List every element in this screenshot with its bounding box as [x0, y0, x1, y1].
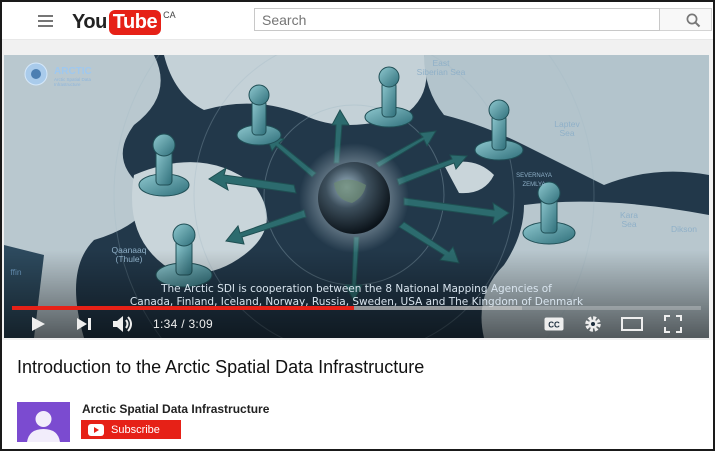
subscribe-button[interactable]: Subscribe	[81, 420, 181, 439]
settings-icon[interactable]	[584, 315, 602, 333]
menu-icon[interactable]	[38, 15, 53, 27]
next-icon[interactable]	[76, 317, 92, 331]
map-label-qaanaaq: Qaanaaq (Thule)	[111, 245, 147, 264]
map-label-laptev: Laptev Sea	[554, 119, 580, 138]
logo-tube-text: Tube	[108, 9, 162, 35]
map-label-severnaya: SEVERNAYA ZEMLYA	[516, 173, 552, 188]
search-input[interactable]	[255, 9, 659, 30]
map-label-baffin: ffin	[10, 267, 22, 277]
progress-bar[interactable]	[12, 306, 701, 310]
video-title: Introduction to the Arctic Spatial Data …	[17, 357, 425, 377]
map-label-east-siberian: East Siberian Sea	[416, 58, 466, 77]
subscribe-label: Subscribe	[111, 423, 160, 436]
watermark-subtitle: Arctic Spatial Data Infrastructure	[54, 77, 92, 87]
video-player[interactable]: ARCTIC Arctic Spatial Data Infrastructur…	[4, 55, 709, 338]
play-icon[interactable]	[30, 316, 46, 332]
watermark-title: ARCTIC	[54, 66, 92, 77]
search-icon	[686, 13, 701, 28]
logo-you-text: You	[72, 10, 107, 33]
time-display: 1:34 / 3:09	[153, 317, 214, 331]
volume-icon[interactable]	[112, 315, 134, 333]
captions-icon[interactable]: CC	[544, 317, 564, 331]
youtube-play-icon	[88, 423, 104, 436]
subtitle-line-1: The Arctic SDI is cooperation between th…	[161, 283, 552, 295]
avatar-person-icon	[27, 411, 60, 442]
svg-text:CC: CC	[548, 321, 560, 330]
youtube-logo[interactable]: You Tube CA	[72, 9, 176, 35]
logo-region: CA	[163, 10, 176, 20]
map-label-dikson: Dikson	[671, 224, 697, 234]
theater-icon[interactable]	[621, 317, 643, 331]
channel-name[interactable]: Arctic Spatial Data Infrastructure	[82, 402, 269, 416]
map-label-kara: Kara Sea	[620, 210, 638, 229]
played-bar	[12, 306, 355, 310]
search-box	[254, 8, 660, 31]
avatar[interactable]	[17, 402, 70, 442]
fullscreen-icon[interactable]	[664, 315, 682, 333]
search-button[interactable]	[660, 8, 712, 31]
